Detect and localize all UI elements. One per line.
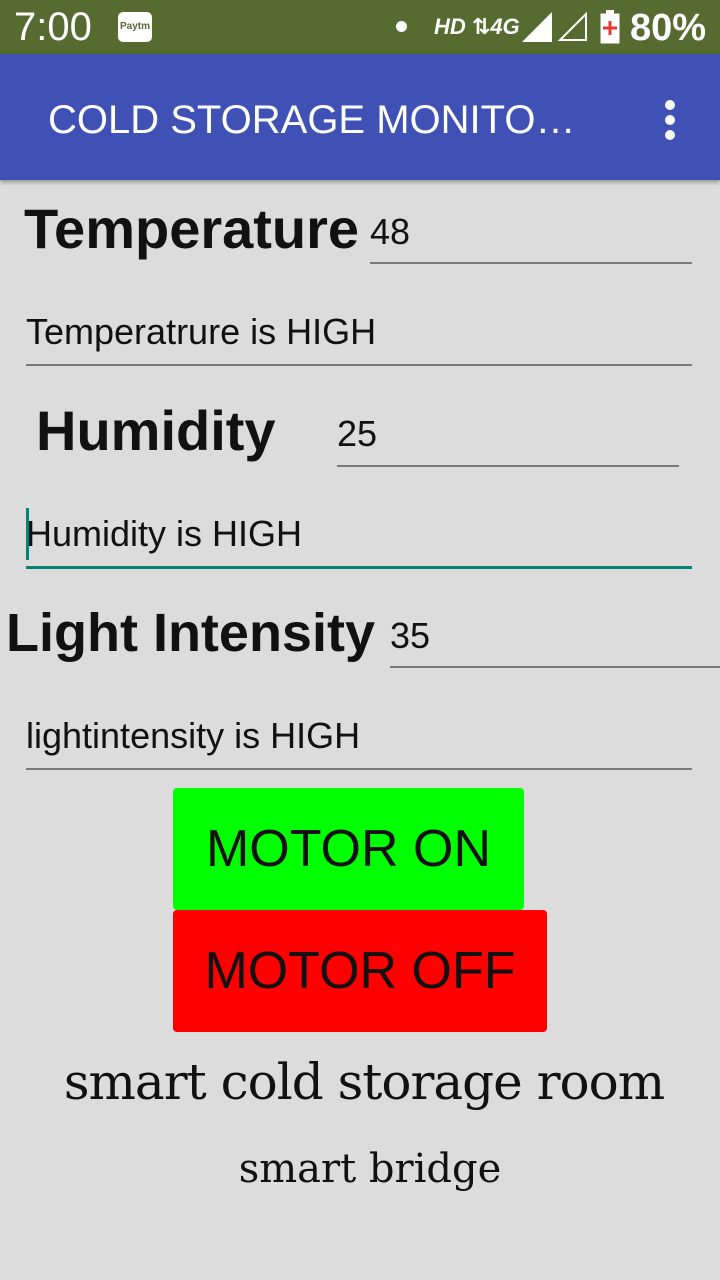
paytm-icon: Paytm — [118, 12, 152, 42]
signal-empty-icon — [558, 12, 587, 41]
humidity-status-field[interactable]: Humidity is HIGH — [26, 512, 692, 569]
light-intensity-label: Light Intensity — [6, 603, 375, 663]
temperature-label: Temperature — [24, 197, 360, 260]
humidity-label: Humidity — [36, 399, 276, 462]
battery-icon — [600, 10, 620, 44]
notification-dot-icon — [396, 21, 407, 32]
status-bar: 7:00 Paytm HD ⇅4G 80% — [0, 0, 720, 54]
footer-title: smart cold storage room — [63, 1053, 665, 1111]
more-vert-icon[interactable] — [660, 96, 680, 144]
footer-subtitle: smart bridge — [238, 1146, 502, 1192]
light-intensity-value-field[interactable]: 35 — [390, 614, 720, 668]
network-type: HD ⇅4G — [434, 14, 520, 39]
app-title: COLD STORAGE MONITO… — [48, 98, 576, 142]
temperature-value-field[interactable]: 48 — [370, 210, 692, 264]
humidity-value-field[interactable]: 25 — [337, 412, 679, 467]
temperature-status-field[interactable]: Temperatrure is HIGH — [26, 310, 692, 366]
motor-off-button[interactable]: MOTOR OFF — [173, 910, 547, 1032]
battery-level: 80% — [630, 7, 707, 49]
status-time: 7:00 — [14, 5, 92, 49]
signal-icon — [522, 12, 552, 42]
motor-on-button[interactable]: MOTOR ON — [173, 788, 524, 910]
light-intensity-status-field[interactable]: lightintensity is HIGH — [26, 714, 692, 770]
text-cursor — [26, 508, 29, 560]
